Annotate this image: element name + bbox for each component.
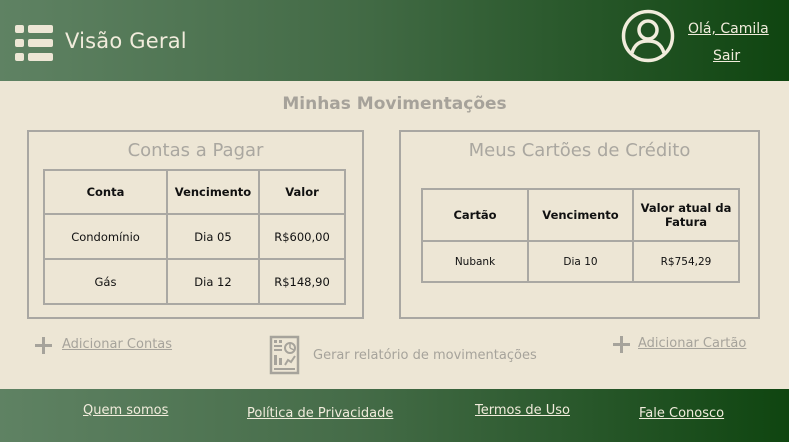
table-row[interactable]: Gás Dia 12 R$148,90	[43, 258, 346, 305]
report-document-icon[interactable]	[269, 335, 300, 375]
card-value-cell: R$754,29	[632, 240, 740, 283]
page-title: Visão Geral	[65, 29, 187, 53]
footer-link-privacy[interactable]: Política de Privacidade	[247, 406, 393, 421]
card-name-cell: Nubank	[421, 240, 529, 283]
bill-name-cell: Condomínio	[43, 213, 168, 260]
credit-cards-table: Cartão Vencimento Valor atual da Fatura …	[421, 188, 740, 283]
user-avatar-icon[interactable]	[621, 9, 675, 63]
add-card-link[interactable]: Adicionar Cartão	[638, 336, 746, 351]
credit-cards-panel-title: Meus Cartões de Crédito	[468, 140, 691, 161]
logout-link[interactable]: Sair	[713, 48, 740, 64]
generate-report-label[interactable]: Gerar relatório de movimentações	[313, 348, 537, 363]
column-header: Cartão	[421, 188, 529, 242]
column-header: Valor atual da Fatura	[632, 188, 740, 242]
table-row[interactable]: Nubank Dia 10 R$754,29	[421, 240, 740, 283]
bill-due-cell: Dia 12	[166, 258, 260, 305]
column-header: Valor	[258, 169, 346, 215]
footer-link-about[interactable]: Quem somos	[83, 403, 168, 418]
plus-icon[interactable]	[35, 337, 52, 354]
card-due-cell: Dia 10	[527, 240, 634, 283]
footer-link-contact[interactable]: Fale Conosco	[639, 406, 724, 421]
footer: Quem somos Política de Privacidade Termo…	[0, 389, 789, 442]
top-header: Visão Geral Olá, Camila Sair	[0, 0, 789, 81]
bill-value-cell: R$148,90	[258, 258, 346, 305]
menu-icon[interactable]	[15, 25, 53, 61]
column-header: Vencimento	[527, 188, 634, 242]
plus-icon[interactable]	[613, 336, 630, 353]
column-header: Conta	[43, 169, 168, 215]
bills-panel-title: Contas a Pagar	[127, 140, 264, 161]
section-title: Minhas Movimentações	[282, 94, 507, 114]
bills-table: Conta Vencimento Valor Condomínio Dia 05…	[43, 169, 346, 305]
table-row[interactable]: Condomínio Dia 05 R$600,00	[43, 213, 346, 260]
bill-name-cell: Gás	[43, 258, 168, 305]
bills-panel: Contas a Pagar Conta Vencimento Valor Co…	[27, 130, 364, 319]
bill-value-cell: R$600,00	[258, 213, 346, 260]
greeting-link[interactable]: Olá, Camila	[688, 21, 769, 37]
bill-due-cell: Dia 05	[166, 213, 260, 260]
footer-link-terms[interactable]: Termos de Uso	[475, 403, 570, 418]
column-header: Vencimento	[166, 169, 260, 215]
credit-cards-panel: Meus Cartões de Crédito Cartão Venciment…	[399, 130, 760, 319]
add-bills-link[interactable]: Adicionar Contas	[62, 337, 172, 352]
